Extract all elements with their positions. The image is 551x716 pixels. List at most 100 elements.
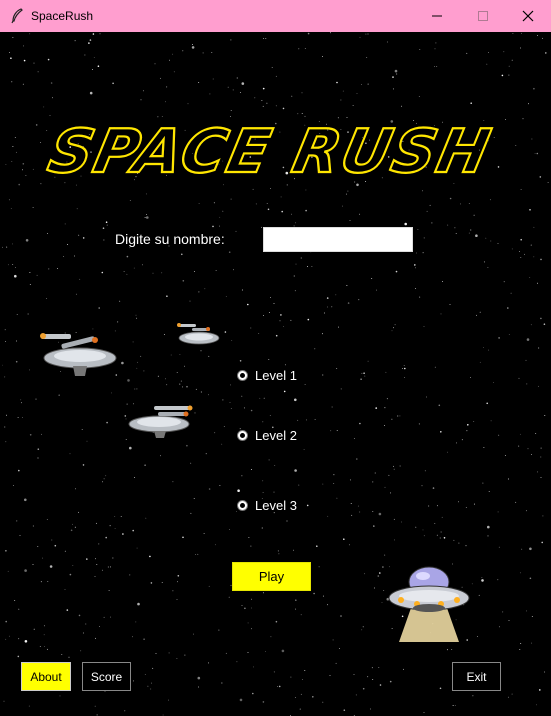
star xyxy=(182,50,184,52)
star xyxy=(526,338,530,341)
play-button[interactable]: Play xyxy=(232,562,311,591)
star xyxy=(42,557,44,559)
star xyxy=(187,103,189,105)
star xyxy=(422,529,424,531)
star xyxy=(41,433,42,435)
star xyxy=(508,65,510,67)
star xyxy=(5,341,7,342)
star xyxy=(21,416,23,418)
star xyxy=(33,62,35,64)
star xyxy=(336,497,338,499)
star xyxy=(168,652,170,654)
star xyxy=(51,539,53,541)
star xyxy=(419,296,421,298)
star xyxy=(18,469,20,472)
star xyxy=(208,488,211,490)
star xyxy=(452,705,454,706)
star xyxy=(232,89,234,91)
score-button[interactable]: Score xyxy=(82,662,131,691)
star xyxy=(418,96,420,98)
star xyxy=(193,270,195,272)
star xyxy=(504,455,506,457)
star xyxy=(336,429,338,431)
star xyxy=(211,52,213,53)
star xyxy=(275,75,277,77)
star xyxy=(376,289,377,291)
star xyxy=(64,550,66,552)
close-button[interactable] xyxy=(505,0,551,32)
radio-button[interactable] xyxy=(237,430,248,441)
star xyxy=(37,71,39,73)
star xyxy=(274,465,276,466)
star xyxy=(346,285,348,286)
name-input[interactable] xyxy=(263,227,413,252)
star xyxy=(312,696,314,698)
star xyxy=(40,581,42,583)
star xyxy=(361,372,363,374)
star xyxy=(449,197,452,200)
star xyxy=(247,303,249,306)
name-label: Digite su nombre: xyxy=(115,231,225,247)
star xyxy=(399,465,401,467)
star xyxy=(88,42,90,44)
exit-button[interactable]: Exit xyxy=(452,662,501,691)
star xyxy=(384,424,385,426)
star xyxy=(434,66,435,67)
star xyxy=(120,515,122,517)
level-3-option[interactable]: Level 3 xyxy=(237,498,297,513)
star xyxy=(27,313,29,315)
star xyxy=(46,519,48,520)
star xyxy=(15,266,16,268)
star xyxy=(300,693,302,695)
star xyxy=(333,483,335,485)
star xyxy=(455,233,457,235)
star xyxy=(378,512,382,516)
star xyxy=(143,370,145,372)
radio-button[interactable] xyxy=(237,370,248,381)
about-button[interactable]: About xyxy=(21,662,71,691)
star xyxy=(241,605,243,606)
star xyxy=(304,384,306,386)
star xyxy=(20,399,22,401)
star xyxy=(393,518,395,520)
radio-button[interactable] xyxy=(237,500,248,511)
star xyxy=(176,371,178,373)
star xyxy=(224,331,227,333)
star xyxy=(359,36,361,38)
star xyxy=(519,433,521,435)
star xyxy=(399,415,401,417)
star xyxy=(179,383,181,385)
star xyxy=(307,32,310,35)
star xyxy=(119,300,121,302)
star xyxy=(103,478,105,480)
star xyxy=(503,51,505,53)
star xyxy=(29,434,32,436)
star xyxy=(262,105,264,107)
star xyxy=(47,58,50,61)
level-1-option[interactable]: Level 1 xyxy=(237,368,297,383)
star xyxy=(241,475,243,477)
maximize-button[interactable] xyxy=(460,0,506,32)
star xyxy=(458,501,459,503)
minimize-button[interactable] xyxy=(414,0,460,32)
star xyxy=(172,53,174,55)
star xyxy=(9,51,11,53)
star xyxy=(299,708,301,710)
star xyxy=(501,74,504,77)
starship-icon xyxy=(128,405,193,438)
star xyxy=(6,414,7,416)
star xyxy=(108,590,110,592)
star xyxy=(150,688,152,690)
star xyxy=(273,302,275,304)
star xyxy=(239,360,242,362)
star xyxy=(8,199,10,201)
star xyxy=(331,306,333,308)
star xyxy=(24,569,27,572)
star xyxy=(327,306,328,308)
level-2-option[interactable]: Level 2 xyxy=(237,428,297,443)
star xyxy=(89,39,92,41)
star xyxy=(340,99,342,101)
star xyxy=(525,510,527,512)
star xyxy=(531,453,532,455)
star xyxy=(48,268,50,270)
